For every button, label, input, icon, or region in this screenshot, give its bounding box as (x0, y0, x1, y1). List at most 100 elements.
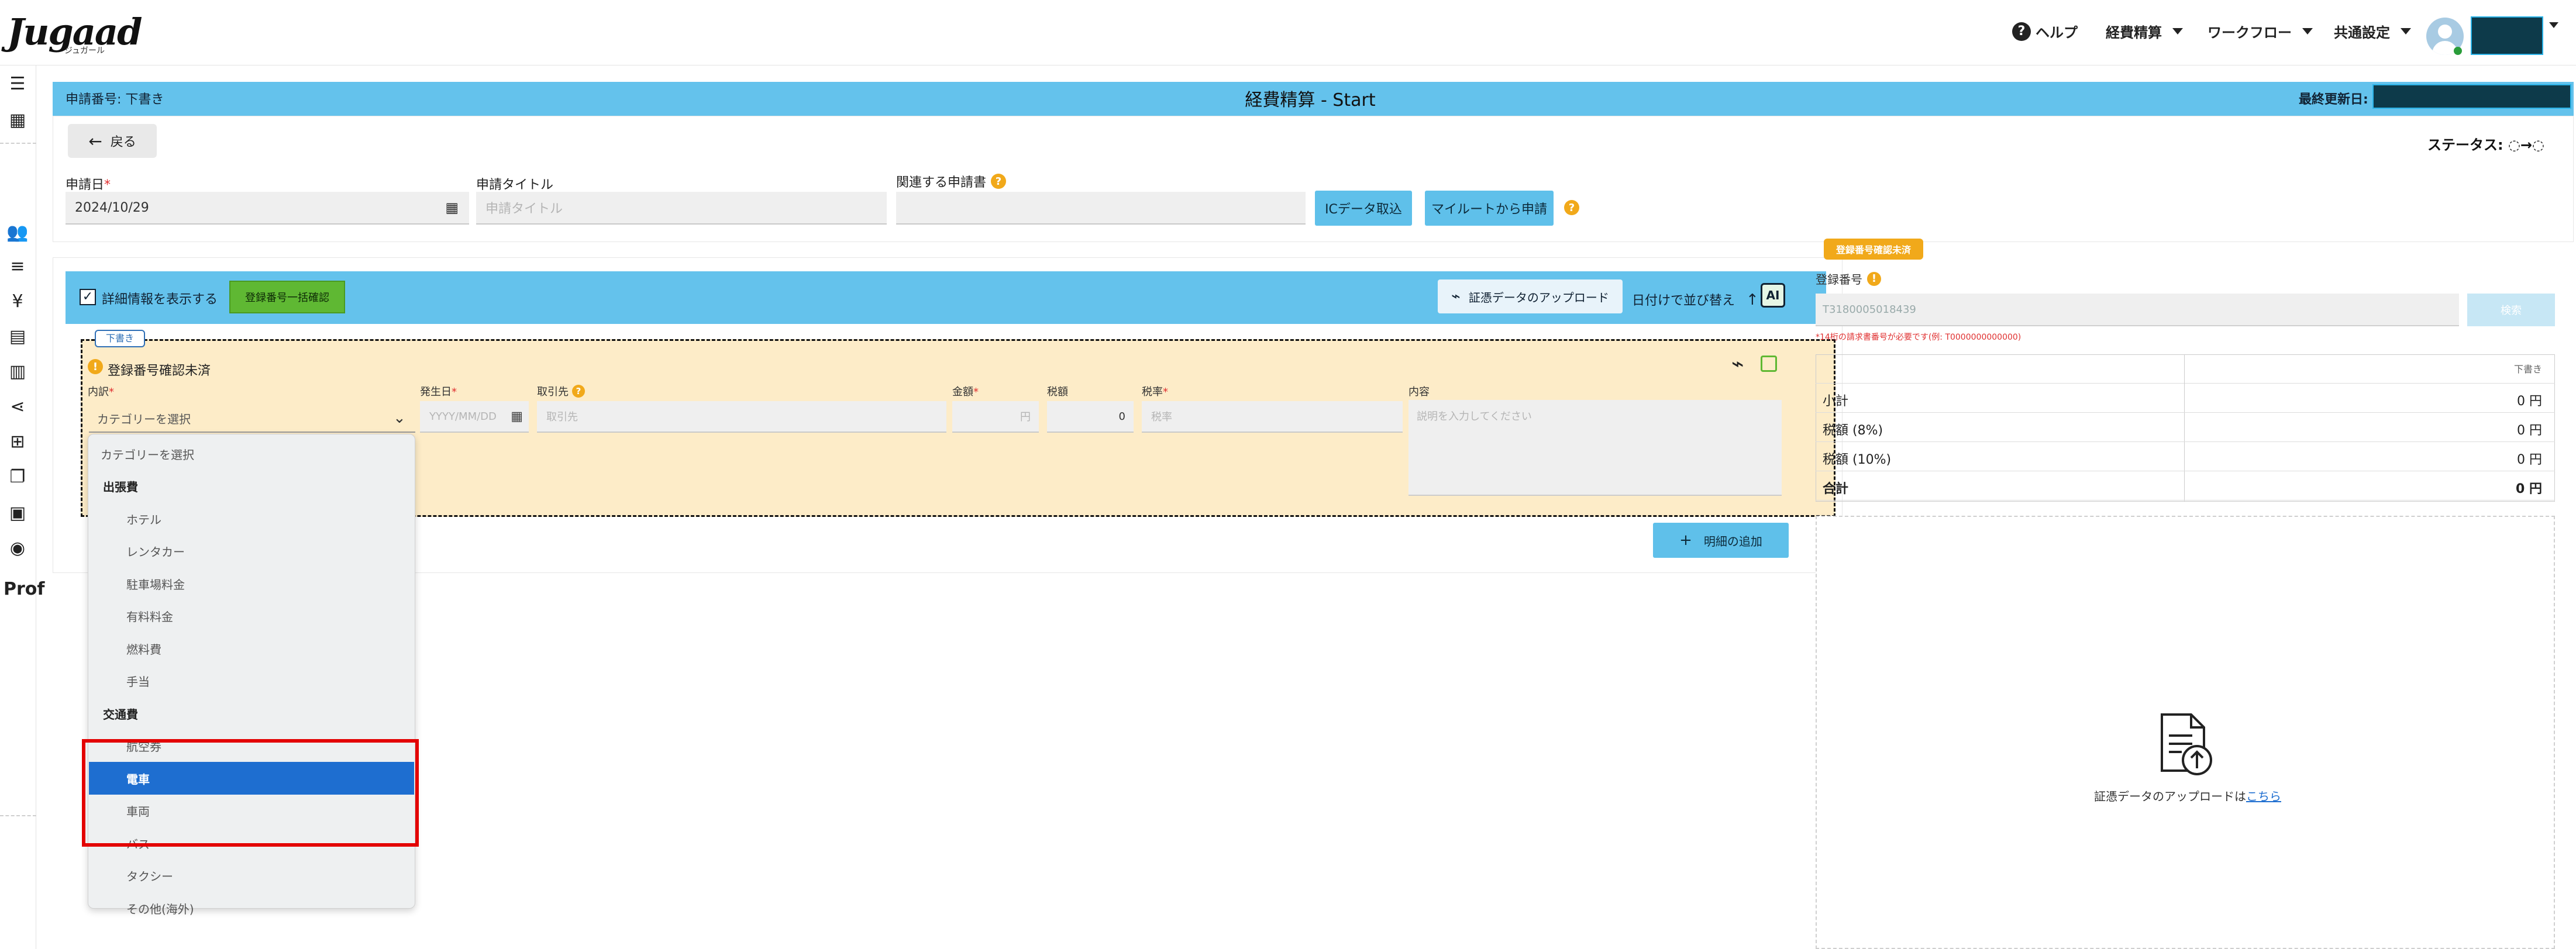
summary-row (1816, 471, 2555, 501)
rail-divider (0, 143, 36, 144)
tax-value: 0 (1118, 410, 1125, 423)
tax-rate-select[interactable]: 税率 (1142, 401, 1403, 433)
dropdown-option[interactable]: 駐車場料金 (89, 567, 414, 600)
menu-toggle-icon[interactable]: ☰ (6, 73, 29, 96)
warning-icon: ! (88, 359, 103, 374)
reg-number-unverified-text: 登録番号確認未済 (108, 364, 211, 378)
dropdown-group-label: 出張費 (103, 480, 138, 494)
application-date-input[interactable]: 2024/10/29 ▦ (66, 192, 469, 225)
date-input[interactable]: YYYY/MM/DD ▦ (420, 401, 529, 433)
tax-column-label: 税額 (1047, 386, 1068, 398)
paperclip-icon: ⌁ (1451, 288, 1461, 305)
calendar-icon[interactable]: ▦ (445, 199, 459, 216)
dropdown-option[interactable]: カテゴリーを選択 (89, 437, 414, 470)
dropdown-option[interactable]: その他(海外) (89, 892, 414, 924)
application-title-input[interactable]: 申請タイトル (476, 192, 887, 225)
chevron-down-icon (2302, 28, 2313, 34)
user-name-redacted[interactable] (2471, 16, 2543, 55)
help-question-icon[interactable]: ? (1564, 200, 1579, 215)
users-icon[interactable]: 👥 (6, 221, 29, 244)
related-request-label: 関連する申請書? (896, 172, 1007, 191)
copy-icon[interactable]: ❐ (6, 465, 29, 489)
back-label: 戻る (110, 135, 136, 150)
dropdown-option[interactable]: 手当 (89, 665, 414, 698)
category-column-label: 内訳* (88, 386, 114, 398)
summary-row-value: 0 円 (2517, 394, 2542, 409)
tax-input[interactable]: 0 (1047, 401, 1134, 433)
summary-row-value: 0 円 (2517, 453, 2542, 467)
date-placeholder: YYYY/MM/DD (429, 410, 497, 423)
vendor-input[interactable]: 取引先 (537, 401, 946, 433)
add-detail-button[interactable]: + 明細の追加 (1653, 523, 1789, 558)
online-status-dot (2454, 47, 2462, 55)
globe-icon[interactable]: ◉ (6, 537, 29, 560)
building-icon[interactable]: ▦ (6, 109, 29, 132)
document-icon[interactable]: ▤ (6, 325, 29, 348)
share-icon[interactable]: ⋖ (6, 395, 29, 419)
yen-icon[interactable]: ¥ (6, 290, 29, 313)
annotation-highlight-box (82, 739, 419, 847)
summary-row-label: 合計 (1823, 482, 1849, 496)
duplicate-icon[interactable] (1761, 356, 1777, 372)
bulk-check-reg-number-button[interactable]: 登録番号一括確認 (229, 281, 345, 313)
help-question-icon[interactable]: ? (572, 385, 585, 398)
amount-input[interactable]: 円 (952, 401, 1039, 433)
arrow-left-icon: ← (88, 131, 102, 151)
help-link[interactable]: ? ヘルプ (2012, 21, 2078, 42)
nav-expense-menu[interactable]: 経費精算 (2106, 21, 2183, 42)
back-button[interactable]: ← 戻る (68, 124, 157, 158)
sort-by-date-label: 日付けで並び替え (1632, 294, 1735, 308)
summary-row (1816, 413, 2555, 442)
show-details-label: 詳細情報を表示する (102, 292, 218, 307)
content-textarea[interactable]: 説明を入力してください (1408, 400, 1782, 496)
table-icon[interactable]: ⊞ (6, 430, 29, 454)
user-menu-chevron-icon[interactable] (2549, 22, 2558, 28)
paperclip-icon[interactable]: ⌁ (1731, 352, 1744, 376)
nav-common-settings-label: 共通設定 (2334, 25, 2390, 41)
vendor-placeholder: 取引先 (546, 411, 578, 423)
arrow-up-icon: ↑ (1746, 291, 1759, 309)
receipt-icon[interactable]: ▥ (6, 360, 29, 384)
dropdown-option[interactable]: 燃料費 (89, 632, 414, 665)
list-icon[interactable]: ≡ (6, 255, 29, 278)
application-title-placeholder: 申請タイトル (485, 202, 563, 216)
category-select[interactable]: カテゴリーを選択 (89, 405, 415, 433)
ic-data-import-button[interactable]: ICデータ取込 (1315, 191, 1412, 226)
ai-icon[interactable]: AI (1761, 283, 1785, 308)
upload-evidence-button[interactable]: ⌁ 証憑データのアップロード (1438, 279, 1623, 313)
chevron-down-icon[interactable]: ⌄ (393, 409, 406, 427)
nav-common-settings-menu[interactable]: 共通設定 (2334, 21, 2411, 42)
add-detail-label: 明細の追加 (1703, 534, 1762, 548)
book-icon[interactable]: ▣ (6, 502, 29, 525)
profile-link[interactable]: Prof (4, 579, 44, 599)
dropdown-option[interactable]: ホテル (89, 502, 414, 535)
tax-rate-placeholder: 税率 (1151, 411, 1172, 423)
calendar-icon[interactable]: ▦ (511, 409, 523, 424)
nav-workflow-menu[interactable]: ワークフロー (2207, 21, 2313, 42)
application-date-label: 申請日* (66, 178, 111, 192)
draft-badge: 下書き (95, 330, 145, 347)
dropdown-group-label: 交通費 (103, 707, 138, 722)
summary-row (1816, 442, 2555, 471)
file-upload-icon[interactable] (2156, 712, 2215, 777)
reg-number-input[interactable]: T3180005018439 (1816, 294, 2459, 326)
sort-by-date-toggle[interactable]: 日付けで並び替え ↑ (1632, 290, 1759, 309)
page-title: 経費精算 - Start (1245, 90, 1376, 111)
help-icon: ? (2012, 22, 2031, 41)
search-button[interactable]: 検索 (2467, 294, 2555, 326)
show-details-checkbox[interactable]: ✓ (80, 289, 96, 305)
dropdown-option[interactable]: 有料料金 (89, 600, 414, 633)
upload-link[interactable]: こちら (2246, 789, 2281, 803)
upload-evidence-label: 証憑データのアップロード (1468, 290, 1609, 305)
summary-header-row (1816, 354, 2555, 384)
warning-icon: ! (1867, 271, 1881, 286)
dropdown-option[interactable]: レンタカー (89, 535, 414, 568)
related-request-input[interactable] (896, 192, 1306, 225)
help-question-icon[interactable]: ? (991, 174, 1007, 189)
dropdown-option[interactable]: タクシー (89, 860, 414, 892)
nav-workflow-label: ワークフロー (2207, 25, 2292, 41)
application-date-value: 2024/10/29 (75, 200, 149, 215)
myroute-apply-button[interactable]: マイルートから申請 (1425, 191, 1554, 226)
summary-row-label: 税額 (10%) (1823, 453, 1892, 467)
last-updated-label: 最終更新日: (2299, 92, 2368, 107)
